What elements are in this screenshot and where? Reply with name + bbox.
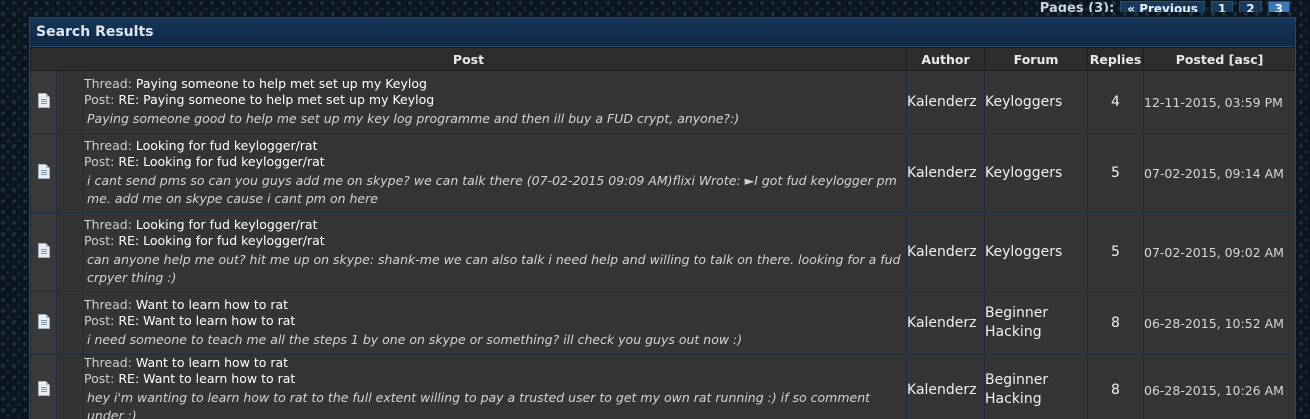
author-link[interactable]: Kalenderz xyxy=(906,354,986,419)
document-icon xyxy=(37,313,50,329)
post-icon-cell xyxy=(30,354,57,419)
posted-date: 07-02-2015, 09:02 AM xyxy=(1143,212,1295,292)
post-cell: Thread: Looking for fud keylogger/rat Po… xyxy=(82,212,908,292)
author-link[interactable]: Kalenderz xyxy=(906,291,986,355)
post-link[interactable]: RE: Looking for fud keylogger/rat xyxy=(118,233,324,248)
thread-label: Thread: xyxy=(84,297,132,312)
post-excerpt: can anyone help me out? hit me up on sky… xyxy=(87,252,901,285)
thread-label: Thread: xyxy=(84,138,132,153)
results-body: Thread: Paying someone to help met set u… xyxy=(30,70,1295,419)
thread-link[interactable]: Want to learn how to rat xyxy=(136,297,288,312)
column-header-post: Post xyxy=(30,47,908,71)
replies-count[interactable]: 5 xyxy=(1087,133,1145,213)
previous-page-button[interactable]: « Previous xyxy=(1120,1,1205,12)
author-link[interactable]: Kalenderz xyxy=(906,133,986,213)
forum-link[interactable]: Keyloggers xyxy=(984,70,1089,134)
author-link[interactable]: Kalenderz xyxy=(906,212,986,292)
post-excerpt: i cant send pms so can you guys add me o… xyxy=(87,173,897,206)
posted-date: 07-02-2015, 09:14 AM xyxy=(1143,133,1295,213)
table-header-row: Post Author Forum Replies Posted [asc] xyxy=(30,47,1295,71)
post-link[interactable]: RE: Want to learn how to rat xyxy=(118,313,295,328)
posted-date: 12-11-2015, 03:59 PM xyxy=(1143,70,1295,134)
replies-count[interactable]: 5 xyxy=(1087,212,1145,292)
table-row: Thread: Paying someone to help met set u… xyxy=(30,70,1295,134)
pagination-label: Pages (3): xyxy=(1039,1,1115,12)
replies-count[interactable]: 8 xyxy=(1087,354,1145,419)
thread-label: Thread: xyxy=(84,355,132,370)
page-2-button[interactable]: 2 xyxy=(1239,1,1262,12)
table-row: Thread: Want to learn how to rat Post: R… xyxy=(30,354,1295,419)
forum-link[interactable]: Keyloggers xyxy=(984,212,1089,292)
replies-count[interactable]: 8 xyxy=(1087,291,1145,355)
post-label: Post: xyxy=(84,371,115,386)
status-icon-cell xyxy=(56,291,84,355)
thread-link[interactable]: Looking for fud keylogger/rat xyxy=(136,138,318,153)
post-icon-cell xyxy=(30,291,57,355)
post-label: Post: xyxy=(84,154,115,169)
table-row: Thread: Looking for fud keylogger/rat Po… xyxy=(30,133,1295,213)
post-cell: Thread: Paying someone to help met set u… xyxy=(82,70,908,134)
thread-label: Thread: xyxy=(84,217,132,232)
panel-title: Search Results xyxy=(30,18,1295,47)
post-link[interactable]: RE: Paying someone to help met set up my… xyxy=(118,92,434,107)
page-3-current: 3 xyxy=(1267,1,1290,12)
status-icon-cell xyxy=(56,133,84,213)
post-icon-cell xyxy=(30,70,57,134)
post-link[interactable]: RE: Looking for fud keylogger/rat xyxy=(118,154,324,169)
column-header-author[interactable]: Author xyxy=(906,47,986,71)
document-icon xyxy=(37,242,50,258)
document-icon xyxy=(37,163,50,179)
thread-link[interactable]: Looking for fud keylogger/rat xyxy=(136,217,318,232)
replies-count[interactable]: 4 xyxy=(1087,70,1145,134)
table-row: Thread: Looking for fud keylogger/rat Po… xyxy=(30,212,1295,292)
forum-link[interactable]: Beginner Hacking xyxy=(984,354,1089,419)
post-label: Post: xyxy=(84,313,115,328)
column-header-forum[interactable]: Forum xyxy=(984,47,1089,71)
posted-date: 06-28-2015, 10:26 AM xyxy=(1143,354,1295,419)
column-header-posted[interactable]: Posted [asc] xyxy=(1143,47,1295,71)
post-cell: Thread: Want to learn how to rat Post: R… xyxy=(82,291,908,355)
post-link[interactable]: RE: Want to learn how to rat xyxy=(118,371,295,386)
thread-link[interactable]: Want to learn how to rat xyxy=(136,355,288,370)
status-icon-cell xyxy=(56,354,84,419)
document-icon xyxy=(37,380,50,396)
post-icon-cell xyxy=(30,212,57,292)
search-results-panel: Search Results Post Author Forum Replies… xyxy=(29,17,1296,419)
posted-date: 06-28-2015, 10:52 AM xyxy=(1143,291,1295,355)
post-cell: Thread: Looking for fud keylogger/rat Po… xyxy=(82,133,908,213)
forum-link[interactable]: Keyloggers xyxy=(984,133,1089,213)
table-row: Thread: Want to learn how to rat Post: R… xyxy=(30,291,1295,355)
thread-link[interactable]: Paying someone to help met set up my Key… xyxy=(136,76,427,91)
document-icon xyxy=(37,92,50,108)
results-table: Post Author Forum Replies Posted [asc] T… xyxy=(30,47,1295,419)
column-header-replies[interactable]: Replies xyxy=(1087,47,1145,71)
status-icon-cell xyxy=(56,212,84,292)
post-cell: Thread: Want to learn how to rat Post: R… xyxy=(82,354,908,419)
status-icon-cell xyxy=(56,70,84,134)
page-1-button[interactable]: 1 xyxy=(1210,1,1234,12)
forum-link[interactable]: Beginner Hacking xyxy=(984,291,1089,355)
author-link[interactable]: Kalenderz xyxy=(906,70,986,134)
thread-label: Thread: xyxy=(84,76,132,91)
post-excerpt: hey i'm wanting to learn how to rat to t… xyxy=(87,390,871,419)
pagination: Pages (3): « Previous 1 2 3 xyxy=(1040,0,1290,12)
post-icon-cell xyxy=(30,133,57,213)
post-excerpt: i need someone to teach me all the steps… xyxy=(87,332,743,347)
post-label: Post: xyxy=(84,233,115,248)
post-excerpt: Paying someone good to help me set up my… xyxy=(87,111,740,126)
post-label: Post: xyxy=(84,92,115,107)
